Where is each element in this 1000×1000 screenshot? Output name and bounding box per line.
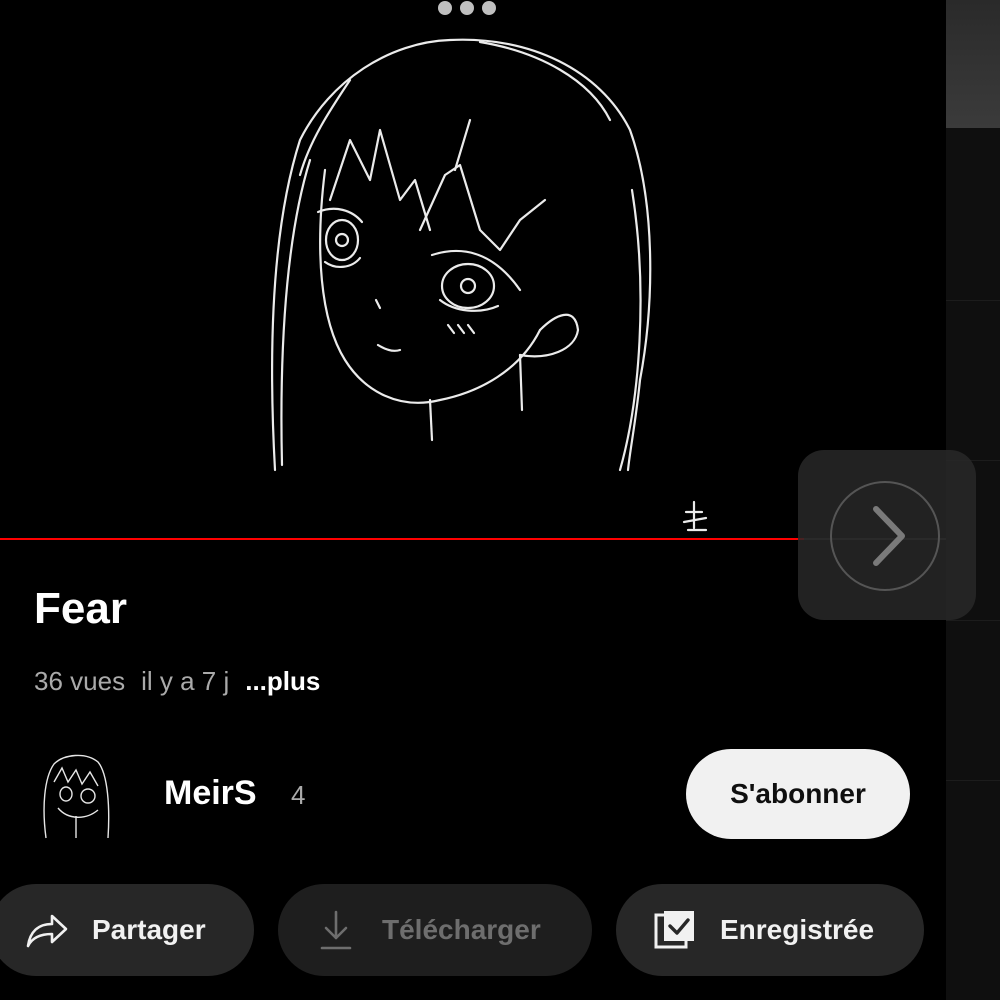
avatar-sketch bbox=[43, 754, 110, 839]
upload-age: il y a 7 j bbox=[141, 666, 230, 696]
save-label: Enregistrée bbox=[720, 914, 875, 945]
share-label: Partager bbox=[92, 914, 206, 945]
save-button[interactable]: Enregistrée bbox=[616, 884, 924, 976]
avatar[interactable] bbox=[38, 748, 116, 842]
saved-checkbox-icon bbox=[654, 911, 694, 949]
download-label: Télécharger bbox=[382, 914, 541, 945]
chevron-right-icon bbox=[873, 506, 905, 566]
download-icon bbox=[320, 910, 352, 950]
channel-row: MeirS 4 S'abonner bbox=[0, 740, 946, 850]
subscribe-button[interactable]: S'abonner bbox=[686, 749, 910, 839]
progress-bar-fill bbox=[0, 538, 805, 540]
next-video-button[interactable] bbox=[830, 481, 940, 591]
action-bar: Partager Télécharger Enregistrée bbox=[0, 884, 946, 976]
download-button[interactable]: Télécharger bbox=[278, 884, 592, 976]
video-meta[interactable]: 36 vues il y a 7 j ...plus bbox=[34, 666, 320, 697]
more-link[interactable]: ...plus bbox=[245, 666, 320, 697]
subscriber-count: 4 bbox=[291, 780, 306, 810]
divider bbox=[946, 300, 1000, 301]
video-title: Fear bbox=[34, 584, 127, 633]
view-count: 36 vues bbox=[34, 666, 126, 696]
divider bbox=[946, 620, 1000, 621]
channel-name[interactable]: MeirS bbox=[164, 774, 257, 813]
share-button[interactable]: Partager bbox=[0, 884, 254, 976]
share-arrow-icon bbox=[26, 914, 68, 948]
next-video-card[interactable] bbox=[798, 450, 976, 620]
related-video-thumbnail[interactable] bbox=[946, 0, 1000, 128]
divider bbox=[946, 780, 1000, 781]
